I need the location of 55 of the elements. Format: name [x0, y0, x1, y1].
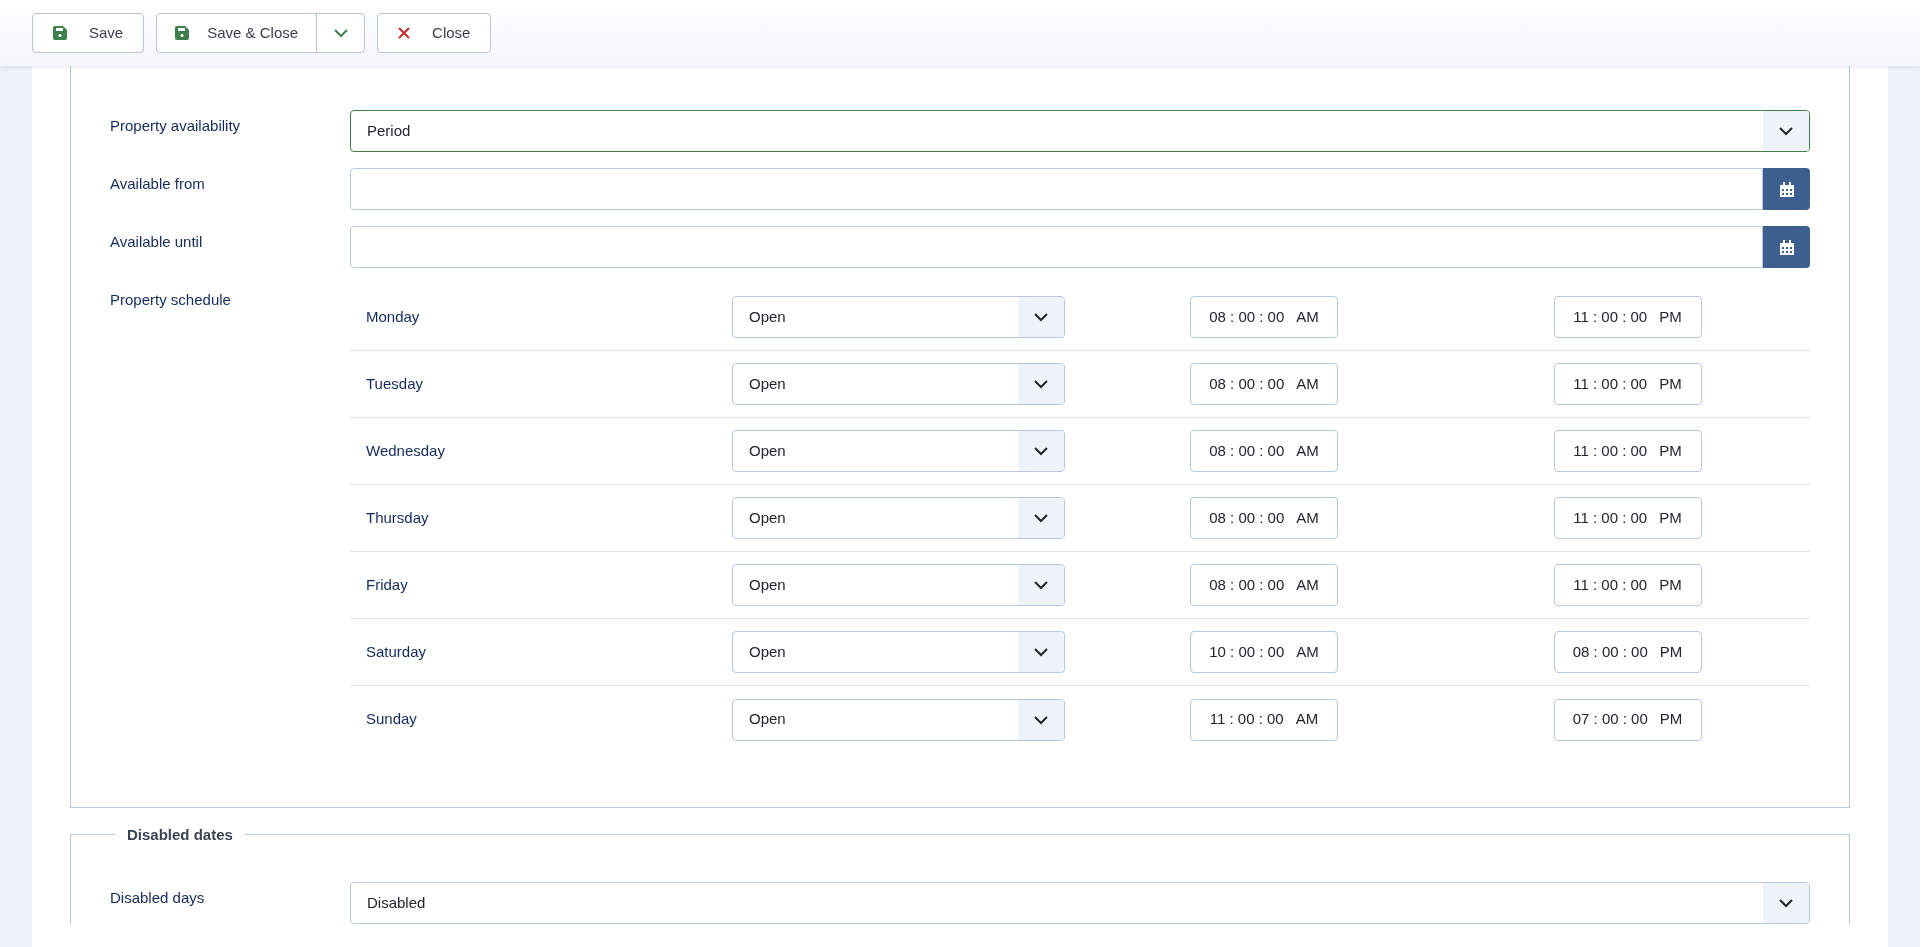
- chevron-down-icon: [1033, 647, 1049, 657]
- chevron-down-icon: [1033, 312, 1049, 322]
- time-input-field[interactable]: 11 : 00 : 00 PM: [1553, 363, 1702, 405]
- day-label: Sunday: [365, 709, 418, 730]
- date-input-field[interactable]: [350, 226, 1763, 268]
- field-label: Available until: [110, 232, 204, 252]
- select-field[interactable]: Disabled: [350, 882, 1810, 924]
- chevron-down-icon: [1033, 513, 1049, 523]
- time-input-field[interactable]: 11 : 00 : 00 PM: [1553, 564, 1702, 606]
- chevron-down-icon: [1033, 446, 1049, 456]
- calendar-button[interactable]: [1763, 226, 1810, 268]
- close-icon: [398, 27, 411, 39]
- day-label: Friday: [365, 574, 409, 595]
- chevron-down-icon: [1778, 898, 1794, 908]
- status-select[interactable]: Open: [732, 296, 1065, 338]
- status-select[interactable]: Open: [732, 631, 1065, 673]
- calendar-icon: [1779, 181, 1794, 197]
- chevron-down-icon: [332, 28, 349, 38]
- field-label: Property availability: [110, 116, 242, 136]
- time-input-field[interactable]: 08 : 00 : 00 AM: [1190, 497, 1338, 539]
- status-select[interactable]: Open: [732, 430, 1065, 472]
- status-select[interactable]: Open: [732, 698, 1065, 741]
- field-label: Property schedule: [110, 290, 232, 310]
- time-input-field[interactable]: 08 : 00 : 00 PM: [1553, 631, 1702, 673]
- time-input-field[interactable]: 08 : 00 : 00 AM: [1190, 363, 1338, 405]
- time-input-field[interactable]: 07 : 00 : 00 PM: [1553, 698, 1702, 741]
- day-label: Wednesday: [365, 440, 446, 461]
- save-close-button[interactable]: Save & Close: [157, 14, 317, 52]
- day-label: Tuesday: [365, 373, 424, 394]
- day-label: Saturday: [365, 641, 428, 662]
- select-field[interactable]: Period: [350, 110, 1810, 152]
- field-label: Disabled days: [110, 888, 206, 908]
- time-input-field[interactable]: 08 : 00 : 00 AM: [1190, 564, 1338, 606]
- time-input-field[interactable]: 11 : 00 : 00 PM: [1553, 430, 1702, 472]
- time-input-field[interactable]: 08 : 00 : 00 AM: [1190, 296, 1338, 338]
- time-input-field[interactable]: 11 : 00 : 00 PM: [1553, 497, 1702, 539]
- status-select[interactable]: Open: [732, 497, 1065, 539]
- time-input-field[interactable]: 10 : 00 : 00 AM: [1190, 631, 1338, 673]
- chevron-down-icon: [1033, 580, 1049, 590]
- time-input-field[interactable]: 11 : 00 : 00 AM: [1190, 698, 1338, 741]
- calendar-icon: [1779, 239, 1794, 255]
- day-label: Monday: [365, 306, 421, 327]
- save-button[interactable]: Save: [32, 13, 145, 53]
- calendar-button[interactable]: [1763, 168, 1810, 210]
- time-input-field[interactable]: 11 : 00 : 00 PM: [1553, 296, 1702, 338]
- date-input-field[interactable]: [350, 168, 1763, 210]
- chevron-down-icon: [1033, 714, 1049, 725]
- close-button[interactable]: Close: [377, 13, 492, 53]
- status-select[interactable]: Open: [732, 363, 1065, 405]
- time-input-field[interactable]: 08 : 00 : 00 AM: [1190, 430, 1338, 472]
- chevron-down-icon: [1033, 379, 1049, 389]
- status-select[interactable]: Open: [732, 564, 1065, 606]
- chevron-down-icon: [1778, 126, 1794, 136]
- day-label: Thursday: [365, 507, 430, 528]
- field-label: Available from: [110, 174, 206, 194]
